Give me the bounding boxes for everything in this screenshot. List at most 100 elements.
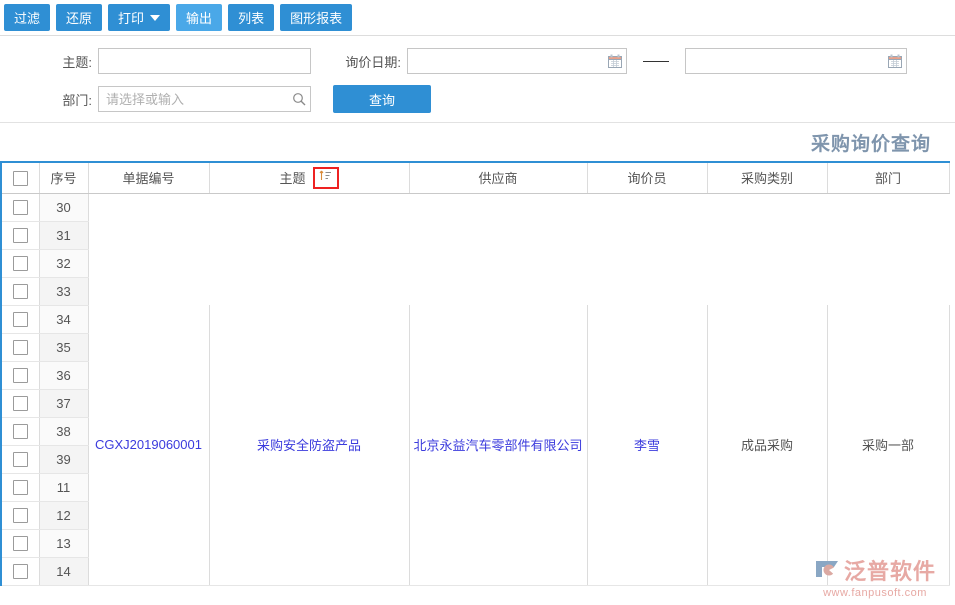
row-checkbox-cell <box>2 389 39 417</box>
table-row[interactable]: 30 <box>2 193 949 221</box>
row-checkbox[interactable] <box>13 284 28 299</box>
cell-document-number[interactable]: CGXJ2019060001 <box>88 305 209 585</box>
cell-subject[interactable]: 采购安全防盗产品 <box>209 305 409 585</box>
filter-button[interactable]: 过滤 <box>4 4 50 31</box>
row-checkbox-cell <box>2 333 39 361</box>
sort-ascending-icon[interactable] <box>319 170 332 185</box>
table-body: 3031323334CGXJ2019060001采购安全防盗产品北京永益汽车零部… <box>2 193 949 585</box>
cell-supplier[interactable]: 北京永益汽车零部件有限公司 <box>409 305 587 585</box>
query-button[interactable]: 查询 <box>333 85 431 113</box>
results-table: 序号 单据编号 主题 供应商询价员 采购类别 部门 3031323334CGXJ20190… <box>2 163 950 586</box>
row-sequence-number: 35 <box>39 333 88 361</box>
table-row[interactable]: 34CGXJ2019060001采购安全防盗产品北京永益汽车零部件有限公司李雪成… <box>2 305 949 333</box>
column-header-label: 采购类别 <box>741 171 793 186</box>
row-sequence-number: 30 <box>39 193 88 221</box>
table-row[interactable]: 32 <box>2 249 949 277</box>
row-checkbox[interactable] <box>13 564 28 579</box>
row-checkbox[interactable] <box>13 340 28 355</box>
restore-button[interactable]: 还原 <box>56 4 102 31</box>
search-icon[interactable] <box>292 92 306 106</box>
filter-form: 主题: 询价日期: <box>0 36 955 123</box>
toolbar-button-label: 图形报表 <box>290 8 342 27</box>
filter-row-2: 部门: 查询 <box>0 84 955 114</box>
table-header-row: 序号 单据编号 主题 供应商询价员 采购类别 部门 <box>2 163 949 193</box>
toolbar-button-label: 打印 <box>118 8 144 27</box>
row-checkbox[interactable] <box>13 312 28 327</box>
row-checkbox-cell <box>2 557 39 585</box>
column-header-label: 单据编号 <box>122 171 174 186</box>
calendar-icon[interactable] <box>888 54 902 68</box>
row-sequence-number: 38 <box>39 417 88 445</box>
subject-header-wrap: 主题 <box>279 167 338 189</box>
table-head: 序号 单据编号 主题 供应商询价员 采购类别 部门 <box>2 163 949 193</box>
column-header-supplier[interactable]: 供应商 <box>409 163 587 193</box>
filter-row-1: 主题: 询价日期: <box>0 46 955 76</box>
date-from-wrap <box>407 48 627 74</box>
column-header-label: 序号 <box>50 171 76 186</box>
column-header-category[interactable]: 采购类别 <box>707 163 827 193</box>
column-header-inquirer[interactable]: 询价员 <box>587 163 707 193</box>
column-header-subject[interactable]: 主题 <box>209 163 409 193</box>
row-sequence-number: 33 <box>39 277 88 305</box>
row-sequence-number: 39 <box>39 445 88 473</box>
date-to-wrap <box>685 48 907 74</box>
cell-inquirer[interactable]: 李雪 <box>587 305 707 585</box>
row-checkbox[interactable] <box>13 256 28 271</box>
row-checkbox-cell <box>2 221 39 249</box>
row-checkbox[interactable] <box>13 508 28 523</box>
toolbar-button-label: 输出 <box>186 8 212 27</box>
results-grid: 序号 单据编号 主题 供应商询价员 采购类别 部门 3031323334CGXJ20190… <box>0 161 950 586</box>
chart-report-button[interactable]: 图形报表 <box>280 4 352 31</box>
subject-input[interactable] <box>98 48 311 74</box>
row-checkbox-cell <box>2 445 39 473</box>
cell-department: 采购一部 <box>827 305 949 585</box>
table-row[interactable]: 31 <box>2 221 949 249</box>
export-button[interactable]: 输出 <box>176 4 222 31</box>
department-input-wrap <box>98 86 311 112</box>
toolbar-button-label: 还原 <box>66 8 92 27</box>
row-checkbox[interactable] <box>13 396 28 411</box>
department-label: 部门: <box>0 90 98 109</box>
toolbar-button-label: 列表 <box>238 8 264 27</box>
row-checkbox[interactable] <box>13 452 28 467</box>
column-header-label: 部门 <box>875 171 901 186</box>
column-header-department[interactable]: 部门 <box>827 163 949 193</box>
table-row[interactable]: 33 <box>2 277 949 305</box>
row-checkbox-cell <box>2 417 39 445</box>
subject-label: 主题: <box>0 52 98 71</box>
column-header-label: 主题 <box>279 168 305 187</box>
row-sequence-number: 32 <box>39 249 88 277</box>
row-checkbox[interactable] <box>13 368 28 383</box>
row-sequence-number: 34 <box>39 305 88 333</box>
title-bar: 采购询价查询 <box>0 123 955 161</box>
row-checkbox-cell <box>2 529 39 557</box>
column-header-check <box>2 163 39 193</box>
inquiry-date-label: 询价日期: <box>311 52 407 71</box>
chevron-down-icon <box>150 15 160 21</box>
row-checkbox-cell <box>2 277 39 305</box>
row-checkbox-cell <box>2 305 39 333</box>
row-checkbox-cell <box>2 501 39 529</box>
row-checkbox[interactable] <box>13 424 28 439</box>
row-sequence-number: 11 <box>39 473 88 501</box>
watermark-url: www.fanpusoft.com <box>805 587 945 599</box>
subject-sort-highlight-box[interactable] <box>313 167 339 189</box>
list-button[interactable]: 列表 <box>228 4 274 31</box>
row-checkbox[interactable] <box>13 200 28 215</box>
department-input[interactable] <box>98 86 311 112</box>
print-button[interactable]: 打印 <box>108 4 170 31</box>
row-checkbox[interactable] <box>13 480 28 495</box>
row-checkbox[interactable] <box>13 536 28 551</box>
toolbar: 过滤还原 打印 输出 列表 图形报表 <box>0 0 955 36</box>
date-from-input[interactable] <box>407 48 627 74</box>
column-header-seq[interactable]: 序号 <box>39 163 88 193</box>
row-sequence-number: 36 <box>39 361 88 389</box>
date-to-input[interactable] <box>685 48 907 74</box>
row-checkbox-cell <box>2 193 39 221</box>
row-checkbox[interactable] <box>13 228 28 243</box>
row-sequence-number: 14 <box>39 557 88 585</box>
page-title: 采购询价查询 <box>811 129 931 156</box>
calendar-icon[interactable] <box>608 54 622 68</box>
select-all-checkbox[interactable] <box>13 171 28 186</box>
column-header-doc_no[interactable]: 单据编号 <box>88 163 209 193</box>
